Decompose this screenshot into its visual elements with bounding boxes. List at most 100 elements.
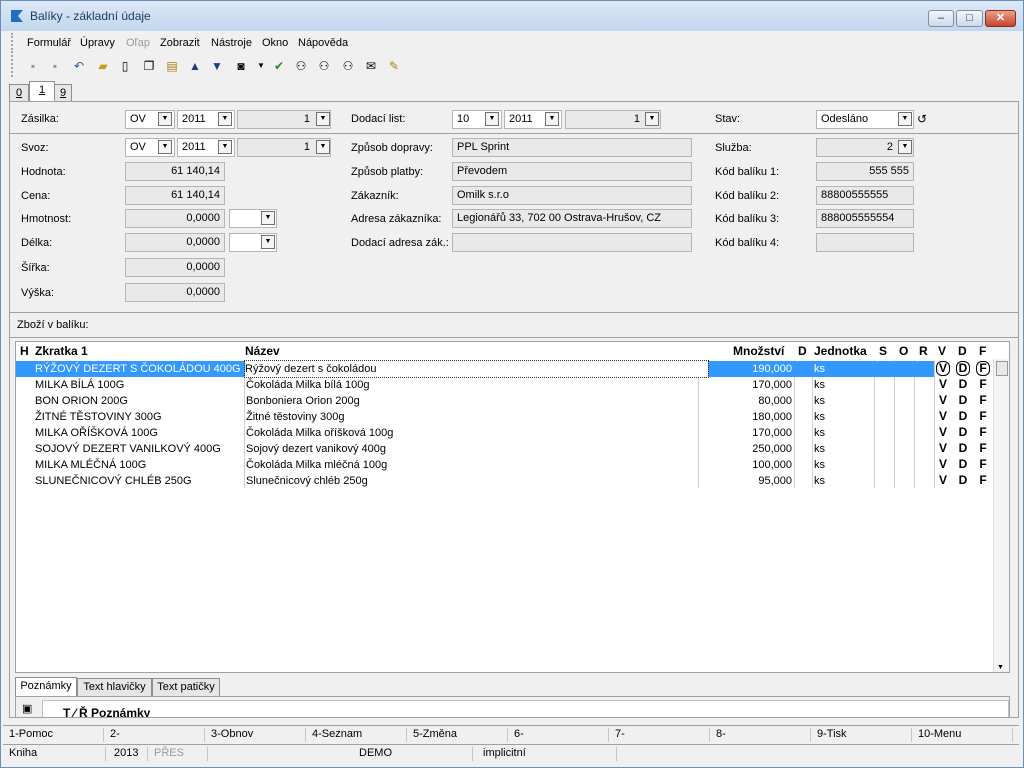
col-d2[interactable]: D [958, 343, 967, 359]
cell-nazev[interactable]: Rýžový dezert s čokoládou [244, 360, 709, 378]
cell-zkratka[interactable]: ŽITNÉ TĚSTOVINY 300G [35, 409, 243, 425]
arrow-up-icon[interactable]: ▲ [187, 58, 203, 74]
delka-field[interactable]: 0,0000 [125, 233, 225, 252]
cell-zkratka[interactable]: RÝŽOVÝ DEZERT S ČOKOLÁDOU 400G [35, 361, 243, 377]
cell-nazev[interactable]: Žitné těstoviny 300g [246, 409, 697, 425]
flag-v[interactable]: V [936, 377, 950, 392]
cell-jednotka[interactable]: ks [814, 473, 872, 489]
table-row[interactable]: MILKA OŘÍŠKOVÁ 100G Čokoláda Milka oříško… [16, 425, 994, 441]
delka-unit-dropdown-icon[interactable]: ▼ [261, 235, 275, 249]
fkey-9[interactable]: 9-Tisk [811, 728, 912, 742]
arrow-down-icon[interactable]: ▼ [209, 58, 225, 74]
cell-mnozstvi[interactable]: 190,000 [700, 361, 792, 377]
col-jednotka[interactable]: Jednotka [814, 343, 867, 359]
cell-jednotka[interactable]: ks [814, 361, 872, 377]
flag-d[interactable]: D [956, 393, 970, 408]
flag-d[interactable]: D [956, 441, 970, 456]
fkey-2[interactable]: 2- [104, 728, 205, 742]
open-folder-icon[interactable]: ▰ [95, 58, 111, 74]
svoz-number-dropdown-icon[interactable]: ▼ [316, 140, 330, 154]
fkey-4[interactable]: 4-Seznam [306, 728, 407, 742]
cell-zkratka[interactable]: BON ORION 200G [35, 393, 243, 409]
flag-f[interactable]: F [976, 409, 990, 424]
cell-mnozstvi[interactable]: 95,000 [700, 473, 792, 489]
menu-nastroje[interactable]: Nástroje [211, 37, 252, 49]
cell-zkratka[interactable]: MILKA MLÉČNÁ 100G [35, 457, 243, 473]
cena-field[interactable]: 61 140,14 [125, 186, 225, 205]
table-row[interactable]: MILKA MLÉČNÁ 100G Čokoláda Milka mléčná 1… [16, 457, 994, 473]
tab-1[interactable]: 1 [29, 81, 55, 102]
menu-zobrazit[interactable]: Zobrazit [160, 37, 200, 49]
kod2-field[interactable]: 88800555555 [816, 186, 914, 205]
stav-dropdown-icon[interactable]: ▼ [898, 112, 912, 126]
cell-zkratka[interactable]: SOJOVÝ DEZERT VANILKOVÝ 400G [35, 441, 243, 457]
fkey-3[interactable]: 3-Obnov [205, 728, 306, 742]
tab-text-hlavicky[interactable]: Text hlavičky [77, 678, 152, 697]
flag-d[interactable]: D [956, 377, 970, 392]
cell-mnozstvi[interactable]: 170,000 [700, 425, 792, 441]
table-row[interactable]: MILKA BÍLÁ 100G Čokoláda Milka bílá 100g 1… [16, 377, 994, 393]
binoculars-all-icon[interactable]: ⚇ [340, 58, 356, 74]
binoculars-next-icon[interactable]: ⚇ [316, 58, 332, 74]
cell-jednotka[interactable]: ks [814, 409, 872, 425]
svoz-year-dropdown-icon[interactable]: ▼ [218, 140, 232, 154]
col-r[interactable]: R [919, 343, 928, 359]
fkey-7[interactable]: 7- [609, 728, 710, 742]
close-button[interactable]: ✕ [985, 10, 1016, 27]
hmotnost-unit-dropdown-icon[interactable]: ▼ [261, 211, 275, 225]
new-document-icon[interactable]: ▯ [117, 58, 133, 74]
flag-v[interactable]: V [936, 425, 950, 440]
scrollbar-thumb[interactable] [996, 361, 1008, 376]
flag-d[interactable]: D [956, 473, 970, 488]
table-row[interactable]: ŽITNÉ TĚSTOVINY 300G Žitné těstoviny 300g… [16, 409, 994, 425]
col-v[interactable]: V [938, 343, 946, 359]
cell-mnozstvi[interactable]: 80,000 [700, 393, 792, 409]
sluzba-dropdown-icon[interactable]: ▼ [898, 140, 912, 154]
minimize-button[interactable]: – [928, 10, 954, 27]
svoz-type-dropdown-icon[interactable]: ▼ [158, 140, 172, 154]
kod3-field[interactable]: 888005555554 [816, 209, 914, 228]
maximize-button[interactable]: □ [956, 10, 983, 27]
tab-text-paticky[interactable]: Text patičky [152, 678, 220, 697]
cell-jednotka[interactable]: ks [814, 457, 872, 473]
cell-mnozstvi[interactable]: 170,000 [700, 377, 792, 393]
fkey-1[interactable]: 1-Pomoc [3, 728, 104, 742]
menu-upravy[interactable]: Úpravy [80, 37, 115, 49]
cell-mnozstvi[interactable]: 180,000 [700, 409, 792, 425]
add-note-icon[interactable]: ▣ [22, 702, 32, 715]
flag-d[interactable]: D [956, 409, 970, 424]
sirka-field[interactable]: 0,0000 [125, 258, 225, 277]
flag-f[interactable]: F [976, 361, 990, 376]
notepad-icon[interactable]: ✎ [386, 58, 402, 74]
camera-icon[interactable]: ◙ [233, 58, 249, 74]
hmotnost-field[interactable]: 0,0000 [125, 209, 225, 228]
fkey-5[interactable]: 5-Změna [407, 728, 508, 742]
cell-jednotka[interactable]: ks [814, 441, 872, 457]
menu-napoveda[interactable]: Nápověda [298, 37, 348, 49]
vyska-field[interactable]: 0,0000 [125, 283, 225, 302]
flag-f[interactable]: F [976, 425, 990, 440]
col-d[interactable]: D [798, 343, 807, 359]
book-icon[interactable]: ▤ [164, 58, 180, 74]
flag-v[interactable]: V [936, 457, 950, 472]
col-s[interactable]: S [879, 343, 887, 359]
kod1-field[interactable]: 555 555 [816, 162, 914, 181]
flag-d[interactable]: D [956, 457, 970, 472]
notes-grid[interactable]: T ⁄ Ř Poznámky [42, 700, 1009, 717]
doprava-field[interactable]: PPL Sprint [452, 138, 692, 157]
zasilka-number-dropdown-icon[interactable]: ▼ [316, 112, 330, 126]
cell-jednotka[interactable]: ks [814, 377, 872, 393]
undo-icon[interactable]: ↶ [71, 58, 87, 74]
binoculars-icon[interactable]: ⚇ [293, 58, 309, 74]
flag-v[interactable]: V [936, 441, 950, 456]
fkey-8[interactable]: 8- [710, 728, 811, 742]
tab-poznamky[interactable]: Poznámky [15, 677, 77, 697]
flag-d[interactable]: D [956, 425, 970, 440]
envelope-icon[interactable]: ✉ [363, 58, 379, 74]
save-icon[interactable]: ▪ [25, 58, 41, 74]
tab-9[interactable]: 9 [54, 84, 72, 101]
dodaci-adresa-field[interactable] [452, 233, 692, 252]
cell-nazev[interactable]: Sojový dezert vanikový 400g [246, 441, 697, 457]
menu-formular[interactable]: Formulář [27, 37, 71, 49]
chevron-down-icon[interactable]: ▼ [253, 58, 269, 74]
